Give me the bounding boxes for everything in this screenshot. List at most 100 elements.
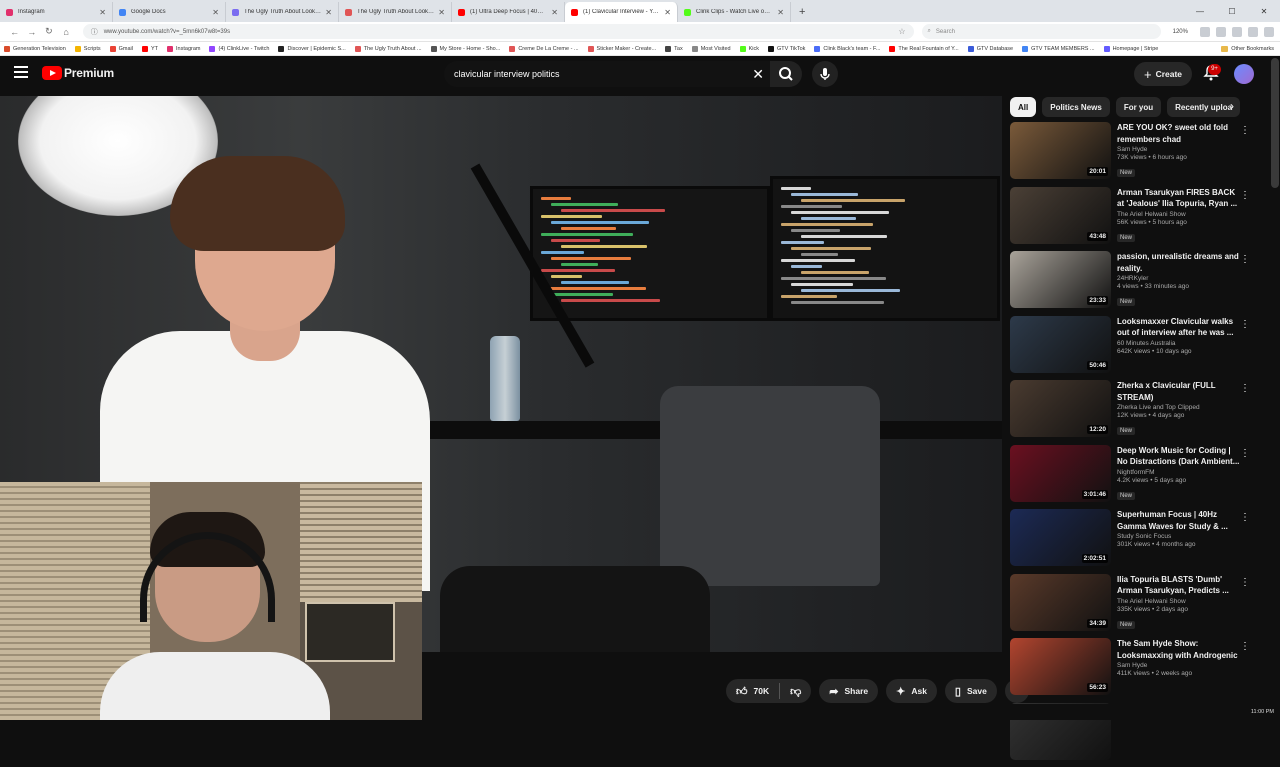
- browser-tab[interactable]: Instagram✕: [0, 2, 113, 22]
- share-button[interactable]: ➦ Share: [819, 679, 878, 703]
- other-bookmarks[interactable]: Other Bookmarks: [1221, 42, 1274, 56]
- chevron-right-icon[interactable]: ›: [1230, 99, 1234, 113]
- channel-name[interactable]: Study Sonic Focus: [1117, 533, 1242, 540]
- browser-tab[interactable]: Clink Clips - Watch Live on Kick✕: [678, 2, 791, 22]
- bookmark-item[interactable]: Scripts: [75, 46, 101, 52]
- more-vertical-icon[interactable]: ⋮: [1240, 190, 1250, 201]
- video-thumbnail[interactable]: 50:46: [1010, 316, 1111, 373]
- filter-chip[interactable]: Politics News: [1042, 97, 1110, 117]
- download-icon[interactable]: [1216, 27, 1226, 37]
- bookmark-item[interactable]: Clink Black's team - F...: [814, 46, 880, 52]
- channel-name[interactable]: 60 Minutes Australia: [1117, 340, 1242, 347]
- forward-icon[interactable]: →: [23, 27, 40, 37]
- close-tab-icon[interactable]: ✕: [99, 8, 106, 17]
- like-button[interactable]: 👍︎ 70K: [726, 679, 779, 703]
- channel-name[interactable]: Sam Hyde: [1117, 146, 1242, 153]
- bookmark-item[interactable]: Creme De La Creme - ...: [509, 46, 578, 52]
- more-vertical-icon[interactable]: ⋮: [1240, 641, 1250, 652]
- video-title[interactable]: Arman Tsarukyan FIRES BACK at 'Jealous' …: [1117, 187, 1242, 210]
- video-title[interactable]: The Sam Hyde Show: Looksmaxxing with And…: [1117, 638, 1242, 661]
- dislike-button[interactable]: 👎︎: [780, 679, 811, 703]
- video-thumbnail[interactable]: 2:02:51: [1010, 509, 1111, 566]
- settings-icon[interactable]: [1248, 27, 1258, 37]
- video-thumbnail[interactable]: 23:33: [1010, 251, 1111, 308]
- video-title[interactable]: passion, unrealistic dreams and reality.: [1117, 251, 1242, 274]
- close-window-button[interactable]: ✕: [1248, 7, 1280, 16]
- menu-icon[interactable]: [14, 66, 28, 78]
- bookmark-item[interactable]: Discover | Epidemic S...: [278, 46, 345, 52]
- clear-search-icon[interactable]: ✕: [752, 66, 764, 83]
- close-tab-icon[interactable]: ✕: [664, 8, 671, 17]
- voice-search-button[interactable]: [812, 61, 838, 87]
- recommended-video[interactable]: 43:48 Arman Tsarukyan FIRES BACK at 'Jeal…: [1010, 187, 1260, 252]
- recommended-video[interactable]: 20:01 ARE YOU OK? sweet old fold remember…: [1010, 122, 1260, 187]
- close-tab-icon[interactable]: ✕: [551, 8, 558, 17]
- bookmark-item[interactable]: GTV Database: [968, 46, 1013, 52]
- video-thumbnail[interactable]: 20:01: [1010, 122, 1111, 179]
- channel-name[interactable]: NightformFM: [1117, 469, 1242, 476]
- close-tab-icon[interactable]: ✕: [438, 8, 445, 17]
- bookmark-item[interactable]: GTV TEAM MEMBERS ...: [1022, 46, 1094, 52]
- bookmark-item[interactable]: YT: [142, 46, 158, 52]
- video-title[interactable]: ARE YOU OK? sweet old fold remembers cha…: [1117, 122, 1242, 145]
- url-field[interactable]: ⓘ www.youtube.com/watch?v=_5mn6k07w8t=39…: [83, 24, 914, 39]
- more-vertical-icon[interactable]: ⋮: [1240, 577, 1250, 588]
- recommended-video[interactable]: 23:33 passion, unrealistic dreams and rea…: [1010, 251, 1260, 316]
- video-title[interactable]: Superhuman Focus | 40Hz Gamma Waves for …: [1117, 509, 1242, 532]
- extension-icon[interactable]: [1200, 27, 1210, 37]
- youtube-logo[interactable]: Premium: [42, 66, 114, 80]
- search-input[interactable]: clavicular interview politics ✕: [444, 61, 770, 87]
- profile-icon[interactable]: [1232, 27, 1242, 37]
- bookmark-item[interactable]: Instagram: [167, 46, 200, 52]
- close-tab-icon[interactable]: ✕: [212, 8, 219, 17]
- video-title[interactable]: Ilia Topuria BLASTS 'Dumb' Arman Tsaruky…: [1117, 574, 1242, 597]
- save-button[interactable]: ▯ Save: [945, 679, 997, 703]
- bookmark-item[interactable]: The Ugly Truth About ...: [355, 46, 422, 52]
- video-thumbnail[interactable]: 43:48: [1010, 187, 1111, 244]
- browser-tab[interactable]: (1) Clavicular Interview - YouTu✕: [565, 2, 678, 22]
- bookmark-item[interactable]: Gmail: [110, 46, 133, 52]
- channel-name[interactable]: 24HRKyler: [1117, 275, 1242, 282]
- create-button[interactable]: + Create: [1134, 62, 1192, 86]
- video-title[interactable]: Zherka x Clavicular (FULL STREAM): [1117, 380, 1242, 403]
- bookmark-item[interactable]: Tax: [665, 46, 683, 52]
- close-tab-icon[interactable]: ✕: [325, 8, 332, 17]
- recommended-video[interactable]: 2:02:51 Superhuman Focus | 40Hz Gamma Wav…: [1010, 509, 1260, 574]
- home-icon[interactable]: ⌂: [58, 27, 75, 37]
- recommended-video[interactable]: 34:39Ilia Topuria BLASTS 'Dumb' Arman Ts…: [1010, 574, 1260, 639]
- recommended-video[interactable]: 12:20Zherka x Clavicular (FULL STREAM)Zh…: [1010, 380, 1260, 445]
- browser-tab[interactable]: The Ugly Truth About Looksma✕: [339, 2, 452, 22]
- channel-name[interactable]: The Ariel Helwani Show: [1117, 598, 1242, 605]
- site-info-icon[interactable]: ⓘ: [91, 27, 98, 37]
- maximize-button[interactable]: ☐: [1216, 7, 1248, 16]
- filter-chip[interactable]: All: [1010, 97, 1036, 117]
- bookmark-item[interactable]: Generation Television: [4, 46, 66, 52]
- more-vertical-icon[interactable]: ⋮: [1240, 254, 1250, 265]
- bookmark-item[interactable]: Homepage | Stripe: [1104, 46, 1159, 52]
- browser-tab[interactable]: The Ugly Truth About Looksma✕: [226, 2, 339, 22]
- video-thumbnail[interactable]: 56:23: [1010, 638, 1111, 695]
- bookmark-item[interactable]: (4) ClinkLive - Twitch: [209, 46, 269, 52]
- search-button[interactable]: [770, 61, 802, 87]
- more-vertical-icon[interactable]: ⋮: [1240, 125, 1250, 136]
- browser-search-field[interactable]: ⌕ Search: [922, 24, 1161, 39]
- reload-icon[interactable]: ↻: [40, 26, 57, 37]
- bookmark-item[interactable]: Kick: [740, 46, 759, 52]
- bookmark-item[interactable]: Sticker Maker - Create...: [588, 46, 657, 52]
- video-thumbnail[interactable]: 3:01:46: [1010, 445, 1111, 502]
- video-thumbnail[interactable]: 12:20: [1010, 380, 1111, 437]
- more-vertical-icon[interactable]: ⋮: [1240, 448, 1250, 459]
- ask-button[interactable]: ✦ Ask: [886, 679, 937, 703]
- recommended-video[interactable]: 56:23 The Sam Hyde Show: Looksmaxxing wit…: [1010, 638, 1260, 703]
- bookmark-item[interactable]: My Store - Home - Sho...: [431, 46, 501, 52]
- close-tab-icon[interactable]: ✕: [777, 8, 784, 17]
- filter-chip[interactable]: For you: [1116, 97, 1161, 117]
- account-avatar[interactable]: [1234, 64, 1254, 84]
- recommended-video[interactable]: 3:01:46Deep Work Music for Coding | No D…: [1010, 445, 1260, 510]
- browser-tab[interactable]: Google Docs✕: [113, 2, 226, 22]
- bookmark-star-icon[interactable]: ☆: [898, 27, 905, 36]
- page-scrollbar[interactable]: [1271, 58, 1279, 188]
- more-vertical-icon[interactable]: ⋮: [1240, 512, 1250, 523]
- video-title[interactable]: Looksmaxxer Clavicular walks out of inte…: [1117, 316, 1242, 339]
- recommended-video[interactable]: 50:46 Looksmaxxer Clavicular walks out of…: [1010, 316, 1260, 381]
